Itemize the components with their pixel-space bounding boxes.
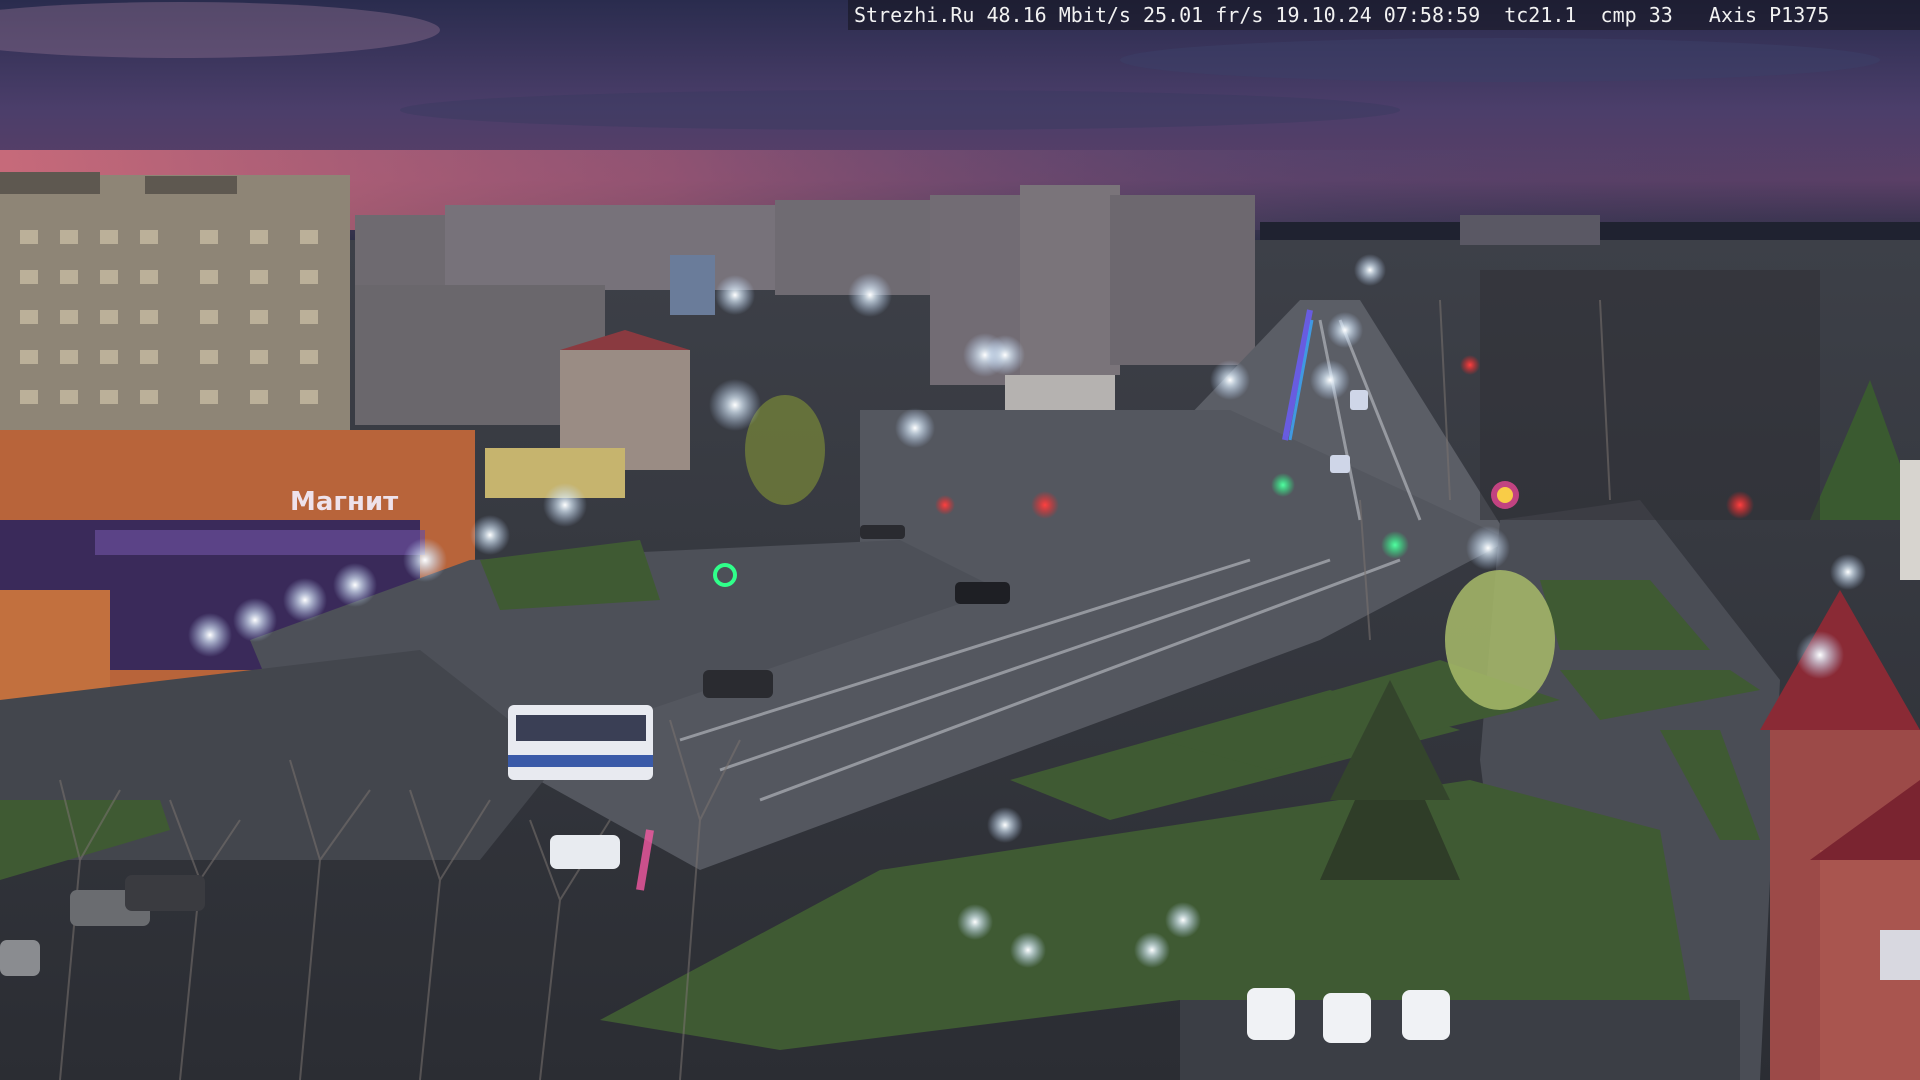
shop-sign: Магнит — [290, 487, 398, 517]
cloud — [400, 90, 1400, 130]
webcam-frame: Магнит Strezhi.Ru 48.16 Mbit/s 25.01 fr/… — [0, 0, 1920, 1080]
bus — [508, 705, 653, 780]
cloud — [1120, 38, 1880, 82]
city-street-scene: Магнит — [0, 0, 1920, 1080]
camera-overlay-text: Strezhi.Ru 48.16 Mbit/s 25.01 fr/s 19.10… — [848, 0, 1920, 30]
